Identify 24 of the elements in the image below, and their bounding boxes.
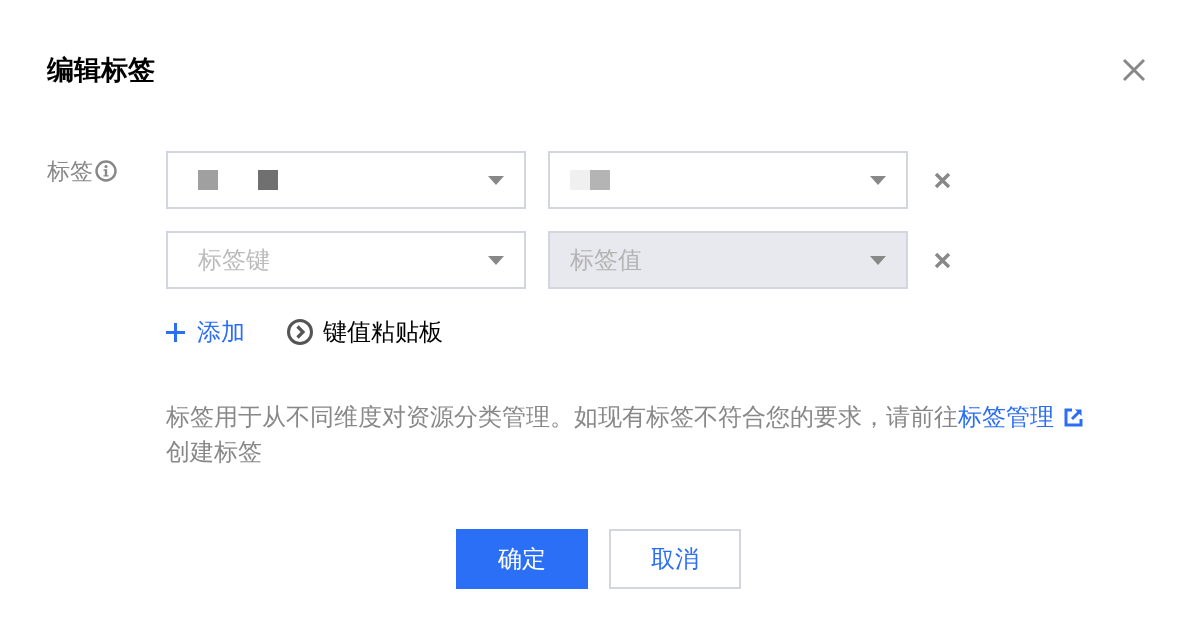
caret-icon [870,175,886,185]
caret-icon [870,255,886,265]
external-link-icon [1064,408,1083,427]
chevron-circle-icon [287,319,313,345]
close-icon [1122,58,1146,82]
caret-icon [488,175,504,185]
confirm-button[interactable]: 确定 [455,529,588,589]
tag-management-link[interactable]: 标签管理 [958,403,1054,430]
plus-icon [166,322,185,342]
remove-row-button[interactable] [934,251,951,269]
cancel-button[interactable]: 取消 [608,529,741,589]
add-link[interactable]: 添加 [166,318,245,346]
remove-icon [934,251,951,269]
remove-icon [934,171,951,189]
clipboard-button[interactable]: 键值粘贴板 [287,318,443,346]
caret-icon [488,255,504,265]
select-field[interactable] [548,151,908,209]
info-icon[interactable] [95,160,117,182]
remove-row-button[interactable] [934,171,951,189]
close-button[interactable] [1122,58,1146,82]
select-field[interactable] [166,151,526,209]
field-label: 标签 [47,157,93,186]
description-text: 标签用于从不同维度对资源分类管理。如现有标签不符合您的要求，请前往标签管理 创建标签 [166,399,1091,469]
dialog-title: 编辑标签 [47,54,155,87]
